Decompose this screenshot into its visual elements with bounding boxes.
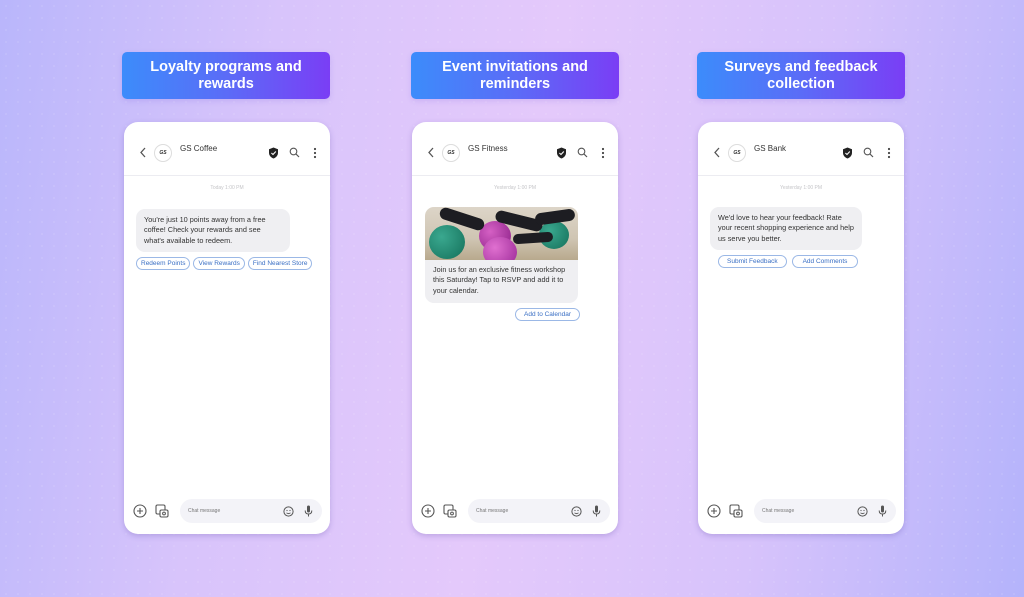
message-bubble: We'd love to hear your feedback! Rate yo… — [710, 207, 862, 250]
brand-logo: GS — [442, 143, 460, 162]
redeem-points-chip[interactable]: Redeem Points — [136, 256, 191, 270]
back-arrow-icon[interactable] — [136, 146, 150, 160]
chat-message-input[interactable]: Chat message — [468, 499, 610, 523]
add-to-calendar-chip[interactable]: Add to Calendar — [515, 307, 580, 321]
phone-mockup: GS GS Bank Yesterday 1:00 PM We'd love t… — [698, 122, 904, 534]
chat-composer: Chat message — [124, 498, 330, 524]
emoji-icon[interactable] — [282, 505, 294, 517]
back-arrow-icon[interactable] — [424, 146, 438, 160]
message-timestamp: Yesterday 1:00 PM — [493, 185, 537, 191]
chat-header: GS GS Bank — [698, 130, 904, 176]
chat-placeholder: Chat message — [476, 508, 509, 514]
suggestion-chips: Submit Feedback Add Comments — [718, 254, 904, 268]
chat-message-input[interactable]: Chat message — [754, 499, 896, 523]
more-options-icon[interactable] — [882, 146, 896, 160]
brand-logo: GS — [154, 143, 172, 162]
microphone-icon[interactable] — [876, 505, 888, 517]
chat-header: GS GS Fitness — [412, 130, 618, 176]
more-options-icon[interactable] — [596, 146, 610, 160]
brand-name: GS Fitness — [468, 144, 508, 153]
brand-logo: GS — [728, 143, 746, 162]
submit-feedback-chip[interactable]: Submit Feedback — [718, 254, 787, 268]
chat-message-input[interactable]: Chat message — [180, 499, 322, 523]
event-image — [425, 207, 578, 260]
verified-shield-icon — [840, 146, 854, 160]
search-icon[interactable] — [861, 146, 875, 160]
more-options-icon[interactable] — [308, 146, 322, 160]
rich-card: Join us for an exclusive fitness worksho… — [425, 207, 578, 303]
gallery-icon[interactable] — [154, 504, 169, 519]
gallery-icon[interactable] — [442, 504, 457, 519]
add-icon[interactable] — [706, 504, 721, 519]
emoji-icon[interactable] — [856, 505, 868, 517]
add-icon[interactable] — [132, 504, 147, 519]
message-timestamp: Yesterday 1:00 PM — [779, 185, 823, 191]
panel-title: Loyalty programs and rewards — [122, 52, 330, 99]
gallery-icon[interactable] — [728, 504, 743, 519]
brand-name: GS Bank — [754, 144, 787, 153]
add-icon[interactable] — [420, 504, 435, 519]
chat-composer: Chat message — [412, 498, 618, 524]
event-message: Join us for an exclusive fitness worksho… — [433, 265, 566, 295]
search-icon[interactable] — [575, 146, 589, 160]
chat-placeholder: Chat message — [762, 508, 795, 514]
panel-title: Event invitations and reminders — [411, 52, 619, 99]
microphone-icon[interactable] — [302, 505, 314, 517]
back-arrow-icon[interactable] — [710, 146, 724, 160]
suggestion-chips: Add to Calendar — [412, 307, 580, 321]
view-rewards-chip[interactable]: View Rewards — [193, 256, 245, 270]
verified-shield-icon — [554, 146, 568, 160]
search-icon[interactable] — [287, 146, 301, 160]
brand-name: GS Coffee — [180, 144, 218, 153]
chat-placeholder: Chat message — [188, 508, 221, 514]
message-bubble: You're just 10 points away from a free c… — [136, 209, 290, 252]
panel-title: Surveys and feedback collection — [697, 52, 905, 99]
phone-mockup: GS GS Coffee Today 1:00 PM You're just 1… — [124, 122, 330, 534]
microphone-icon[interactable] — [590, 505, 602, 517]
suggestion-chips: Redeem Points View Rewards Find Nearest … — [136, 256, 330, 270]
emoji-icon[interactable] — [570, 505, 582, 517]
verified-shield-icon — [266, 146, 280, 160]
chat-header: GS GS Coffee — [124, 130, 330, 176]
chat-composer: Chat message — [698, 498, 904, 524]
add-comments-chip[interactable]: Add Comments — [791, 254, 859, 268]
message-timestamp: Today 1:00 PM — [210, 185, 244, 191]
find-nearest-store-chip[interactable]: Find Nearest Store — [247, 256, 313, 270]
phone-mockup: GS GS Fitness Yesterday 1:00 PM Join us … — [412, 122, 618, 534]
